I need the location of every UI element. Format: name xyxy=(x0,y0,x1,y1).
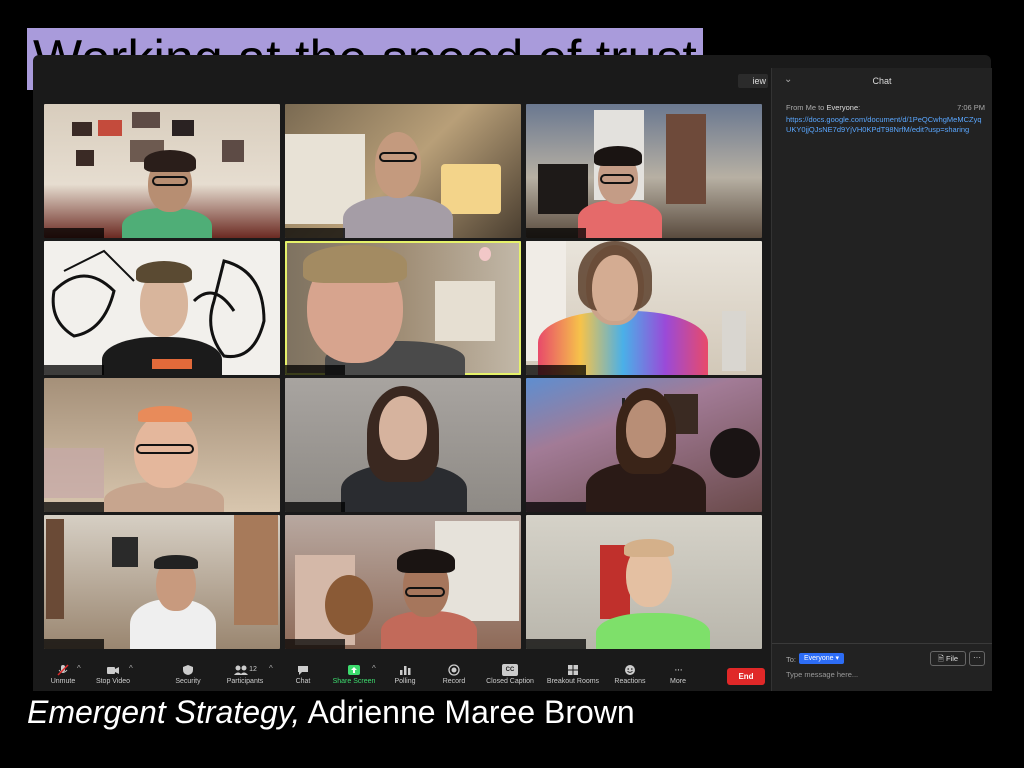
security-label: Security xyxy=(175,678,201,685)
stop-video-label: Stop Video xyxy=(95,678,131,685)
chat-to-label: To: xyxy=(786,655,797,664)
chat-recipient-value: Everyone xyxy=(804,655,834,662)
reaction-emoji-icon xyxy=(623,664,637,676)
participant-video-tile[interactable] xyxy=(526,378,762,512)
record-button[interactable]: Record xyxy=(424,664,484,685)
audio-options-caret-icon[interactable]: ^ xyxy=(77,664,81,673)
breakout-rooms-label: Breakout Rooms xyxy=(546,678,600,685)
participants-label: Participants xyxy=(226,678,264,685)
participants-icon: 12 xyxy=(230,664,260,676)
bar-chart-icon xyxy=(398,664,412,676)
participant-name-tag xyxy=(44,365,104,375)
participant-name-tag xyxy=(44,228,104,238)
participant-name-tag xyxy=(526,365,586,375)
participant-name-tag xyxy=(44,502,104,512)
book-title: Emergent Strategy, xyxy=(27,694,301,730)
closed-caption-label: Closed Caption xyxy=(486,678,534,685)
chat-panel: ⌄ Chat From Me to Everyone: 7:06 PM http… xyxy=(771,68,992,691)
closed-caption-icon: CC xyxy=(502,664,518,676)
caret-down-icon: ▾ xyxy=(835,655,840,662)
chat-bubble-icon xyxy=(296,664,310,676)
breakout-rooms-icon xyxy=(566,664,580,676)
author-name: Adrienne Maree Brown xyxy=(300,694,635,730)
participant-name-tag xyxy=(526,228,586,238)
video-options-caret-icon[interactable]: ^ xyxy=(129,664,133,673)
video-camera-icon xyxy=(106,664,120,676)
participant-video-tile[interactable] xyxy=(44,515,280,649)
microphone-muted-icon xyxy=(56,664,70,676)
chat-title: Chat xyxy=(872,76,892,86)
more-button[interactable]: ··· More xyxy=(648,664,708,685)
participant-video-tile[interactable] xyxy=(285,104,521,238)
chat-divider xyxy=(772,643,992,644)
participants-button[interactable]: 12 Participants xyxy=(215,664,275,685)
chat-message-input[interactable]: Type message here... xyxy=(786,670,858,679)
file-button-label: File xyxy=(946,654,959,663)
chat-header: ⌄ Chat xyxy=(772,68,992,94)
chat-message-link[interactable]: https://docs.google.com/document/d/1PeQC… xyxy=(786,115,986,134)
participant-video-tile[interactable] xyxy=(526,104,762,238)
participant-name-tag xyxy=(285,502,345,512)
stop-video-button[interactable]: Stop Video xyxy=(83,664,143,685)
active-speaker-video-tile[interactable] xyxy=(285,241,521,375)
participant-video-tile[interactable] xyxy=(44,241,280,375)
breakout-rooms-button[interactable]: Breakout Rooms xyxy=(543,664,603,685)
chat-recipient-select[interactable]: Everyone ▾ xyxy=(799,653,845,664)
chat-recipient: Everyone xyxy=(826,103,859,112)
participant-name-tag xyxy=(44,639,104,649)
file-icon: 🗎 xyxy=(937,654,944,663)
record-icon xyxy=(447,664,461,676)
participant-video-tile[interactable] xyxy=(44,104,280,238)
meeting-toolbar: Unmute ^ Stop Video ^ Security 12 Partic… xyxy=(33,660,771,691)
participant-video-tile[interactable] xyxy=(526,241,762,375)
more-dots-icon: ··· xyxy=(674,664,683,676)
closed-caption-button[interactable]: CC Closed Caption xyxy=(480,664,540,685)
chat-message-sender: From Me to Everyone: xyxy=(786,103,860,112)
end-meeting-button[interactable]: End xyxy=(727,668,765,685)
view-button[interactable]: iew xyxy=(738,74,768,88)
share-screen-icon xyxy=(347,664,361,676)
chat-sender-suffix: : xyxy=(858,103,861,112)
participant-name-tag xyxy=(526,502,586,512)
chat-message-time: 7:06 PM xyxy=(957,103,985,112)
shield-icon xyxy=(181,664,195,676)
more-label: More xyxy=(670,678,686,685)
chat-sender-prefix: From Me to xyxy=(786,103,827,112)
video-gallery xyxy=(44,104,762,649)
participant-video-tile[interactable] xyxy=(285,515,521,649)
security-button[interactable]: Security xyxy=(158,664,218,685)
participant-name-tag xyxy=(285,639,345,649)
participant-count: 12 xyxy=(249,666,257,673)
participant-name-tag xyxy=(526,639,586,649)
participant-name-tag xyxy=(285,228,345,238)
file-button[interactable]: 🗎 File xyxy=(930,651,966,666)
chat-more-button[interactable]: ··· xyxy=(969,651,985,666)
participant-video-tile[interactable] xyxy=(44,378,280,512)
slide-caption: Emergent Strategy, Adrienne Maree Brown xyxy=(27,694,635,731)
participant-video-tile[interactable] xyxy=(285,378,521,512)
participant-name-tag xyxy=(285,365,345,375)
record-label: Record xyxy=(442,678,466,685)
participant-video-tile[interactable] xyxy=(526,515,762,649)
